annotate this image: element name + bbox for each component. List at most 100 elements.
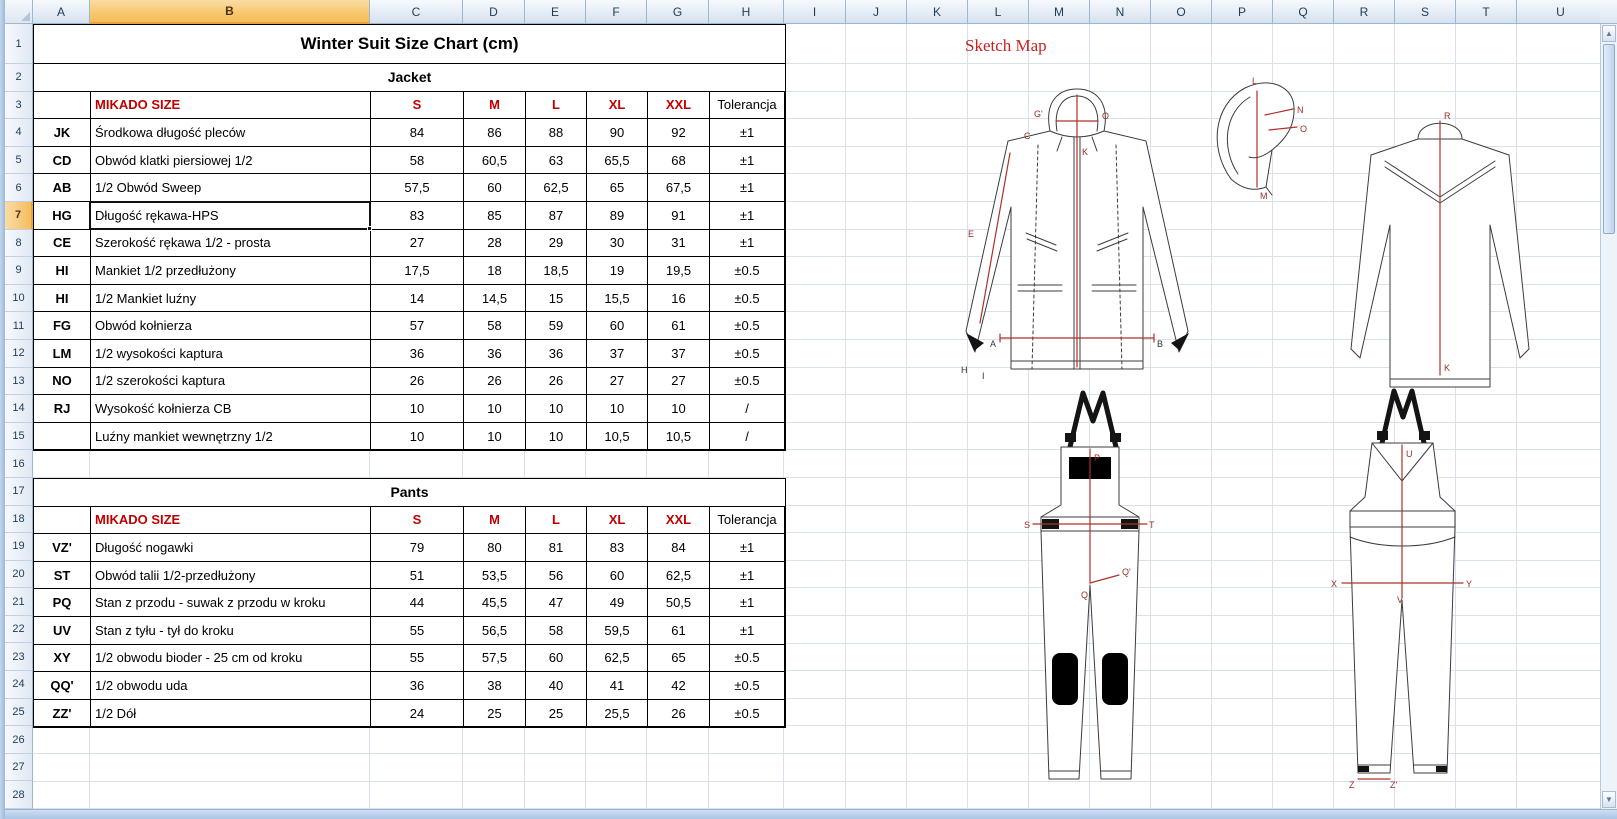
size-xxl-cell[interactable]: 50,5	[648, 589, 710, 617]
size-xl-cell[interactable]: 89	[587, 202, 648, 230]
size-column-header[interactable]: L	[526, 507, 587, 535]
tolerance-cell[interactable]: ±1	[710, 230, 785, 258]
column-header-J[interactable]: J	[846, 0, 907, 24]
row-header-15[interactable]: 15	[5, 423, 33, 451]
size-column-header[interactable]: S	[371, 92, 464, 120]
size-m-cell[interactable]: 58	[464, 312, 526, 340]
tolerance-cell[interactable]: ±0.5	[710, 312, 785, 340]
row-header-18[interactable]: 18	[5, 506, 33, 534]
size-s-cell[interactable]: 57	[371, 312, 464, 340]
column-header-P[interactable]: P	[1212, 0, 1273, 24]
size-l-cell[interactable]: 60	[526, 645, 587, 673]
measure-code-cell[interactable]: CE	[34, 230, 91, 258]
size-m-cell[interactable]: 18	[464, 257, 526, 285]
size-xl-cell[interactable]: 60	[587, 312, 648, 340]
size-s-cell[interactable]: 83	[371, 202, 464, 230]
measure-code-cell[interactable]: RJ	[34, 395, 91, 423]
size-s-cell[interactable]: 17,5	[371, 257, 464, 285]
column-header-A[interactable]: A	[33, 0, 90, 24]
measure-code-cell[interactable]: PQ	[34, 589, 91, 617]
size-xl-cell[interactable]: 49	[587, 589, 648, 617]
row-header-3[interactable]: 3	[5, 92, 33, 120]
size-l-cell[interactable]: 25	[526, 700, 587, 728]
measure-desc-cell[interactable]: 1/2 Obwód Sweep	[91, 174, 371, 202]
tolerance-cell[interactable]: ±1	[710, 589, 785, 617]
size-xxl-cell[interactable]: 61	[648, 312, 710, 340]
size-l-cell[interactable]: 40	[526, 672, 587, 700]
hood-sketch[interactable]: L N O M	[1205, 75, 1310, 205]
size-xxl-cell[interactable]: 68	[648, 147, 710, 175]
size-xxl-cell[interactable]: 91	[648, 202, 710, 230]
measure-code-cell[interactable]: ZZ'	[34, 700, 91, 728]
scroll-down-button[interactable]: ▼	[1602, 791, 1616, 808]
tolerance-cell[interactable]: ±1	[710, 147, 785, 175]
size-m-cell[interactable]: 86	[464, 119, 526, 147]
column-header-F[interactable]: F	[586, 0, 647, 24]
size-m-cell[interactable]: 26	[464, 368, 526, 396]
tolerance-cell[interactable]: ±0.5	[710, 645, 785, 673]
tolerance-cell[interactable]: /	[710, 423, 785, 451]
column-header-C[interactable]: C	[370, 0, 463, 24]
size-column-header[interactable]: XXL	[648, 92, 710, 120]
row-header-20[interactable]: 20	[5, 561, 33, 589]
row-header-12[interactable]: 12	[5, 340, 33, 368]
size-l-cell[interactable]: 15	[526, 285, 587, 313]
pants-back-sketch[interactable]: U X Y V Z Z'	[1320, 385, 1485, 790]
measure-code-cell[interactable]: ST	[34, 562, 91, 590]
size-xxl-cell[interactable]: 31	[648, 230, 710, 258]
size-m-cell[interactable]: 60,5	[464, 147, 526, 175]
measure-code-cell[interactable]	[34, 423, 91, 451]
size-l-cell[interactable]: 58	[526, 617, 587, 645]
size-l-cell[interactable]: 88	[526, 119, 587, 147]
column-header-U[interactable]: U	[1517, 0, 1600, 24]
tolerance-cell[interactable]: ±1	[710, 617, 785, 645]
tolerance-cell[interactable]: ±0.5	[710, 340, 785, 368]
size-xl-cell[interactable]: 59,5	[587, 617, 648, 645]
size-xxl-cell[interactable]: 42	[648, 672, 710, 700]
size-xxl-cell[interactable]: 27	[648, 368, 710, 396]
size-xl-cell[interactable]: 90	[587, 119, 648, 147]
size-xxl-cell[interactable]: 62,5	[648, 562, 710, 590]
size-l-cell[interactable]: 81	[526, 534, 587, 562]
scroll-up-button[interactable]: ▲	[1602, 25, 1616, 42]
size-column-header[interactable]: L	[526, 92, 587, 120]
row-header-27[interactable]: 27	[5, 754, 33, 782]
measure-desc-cell[interactable]: Obwód talii 1/2-przedłużony	[91, 562, 371, 590]
measure-code-cell[interactable]: UV	[34, 617, 91, 645]
size-l-cell[interactable]: 56	[526, 562, 587, 590]
measure-desc-cell[interactable]: Szerokość rękawa 1/2 - prosta	[91, 230, 371, 258]
measure-code-cell[interactable]: NO	[34, 368, 91, 396]
size-s-cell[interactable]: 36	[371, 340, 464, 368]
size-xl-cell[interactable]: 60	[587, 562, 648, 590]
tolerance-cell[interactable]: ±0.5	[710, 368, 785, 396]
measure-desc-cell[interactable]: Mankiet 1/2 przedłużony	[91, 257, 371, 285]
measure-code-cell[interactable]: HI	[34, 257, 91, 285]
size-s-cell[interactable]: 57,5	[371, 174, 464, 202]
tolerance-cell[interactable]: ±0.5	[710, 700, 785, 728]
size-column-header[interactable]: M	[464, 507, 526, 535]
scrollbar-thumb[interactable]	[1603, 44, 1615, 234]
size-xl-cell[interactable]: 62,5	[587, 645, 648, 673]
size-s-cell[interactable]: 58	[371, 147, 464, 175]
row-header-11[interactable]: 11	[5, 312, 33, 340]
row-header-5[interactable]: 5	[5, 147, 33, 175]
size-l-cell[interactable]: 62,5	[526, 174, 587, 202]
row-header-6[interactable]: 6	[5, 174, 33, 202]
size-l-cell[interactable]: 63	[526, 147, 587, 175]
pants-section-title[interactable]: Pants	[34, 479, 785, 507]
measure-desc-cell[interactable]: Obwód kołnierza	[91, 312, 371, 340]
tolerance-cell[interactable]: /	[710, 395, 785, 423]
row-header-1[interactable]: 1	[5, 24, 33, 64]
size-m-cell[interactable]: 53,5	[464, 562, 526, 590]
size-xl-cell[interactable]: 83	[587, 534, 648, 562]
size-column-header[interactable]: XXL	[648, 507, 710, 535]
row-header-10[interactable]: 10	[5, 285, 33, 313]
row-header-9[interactable]: 9	[5, 257, 33, 285]
fill-handle[interactable]	[367, 226, 372, 231]
measure-desc-cell[interactable]: Wysokość kołnierza CB	[91, 395, 371, 423]
size-m-cell[interactable]: 60	[464, 174, 526, 202]
scrollbar-track[interactable]	[1601, 235, 1617, 790]
column-header-I[interactable]: I	[784, 0, 846, 24]
measure-code-cell[interactable]: FG	[34, 312, 91, 340]
size-xl-cell[interactable]: 30	[587, 230, 648, 258]
